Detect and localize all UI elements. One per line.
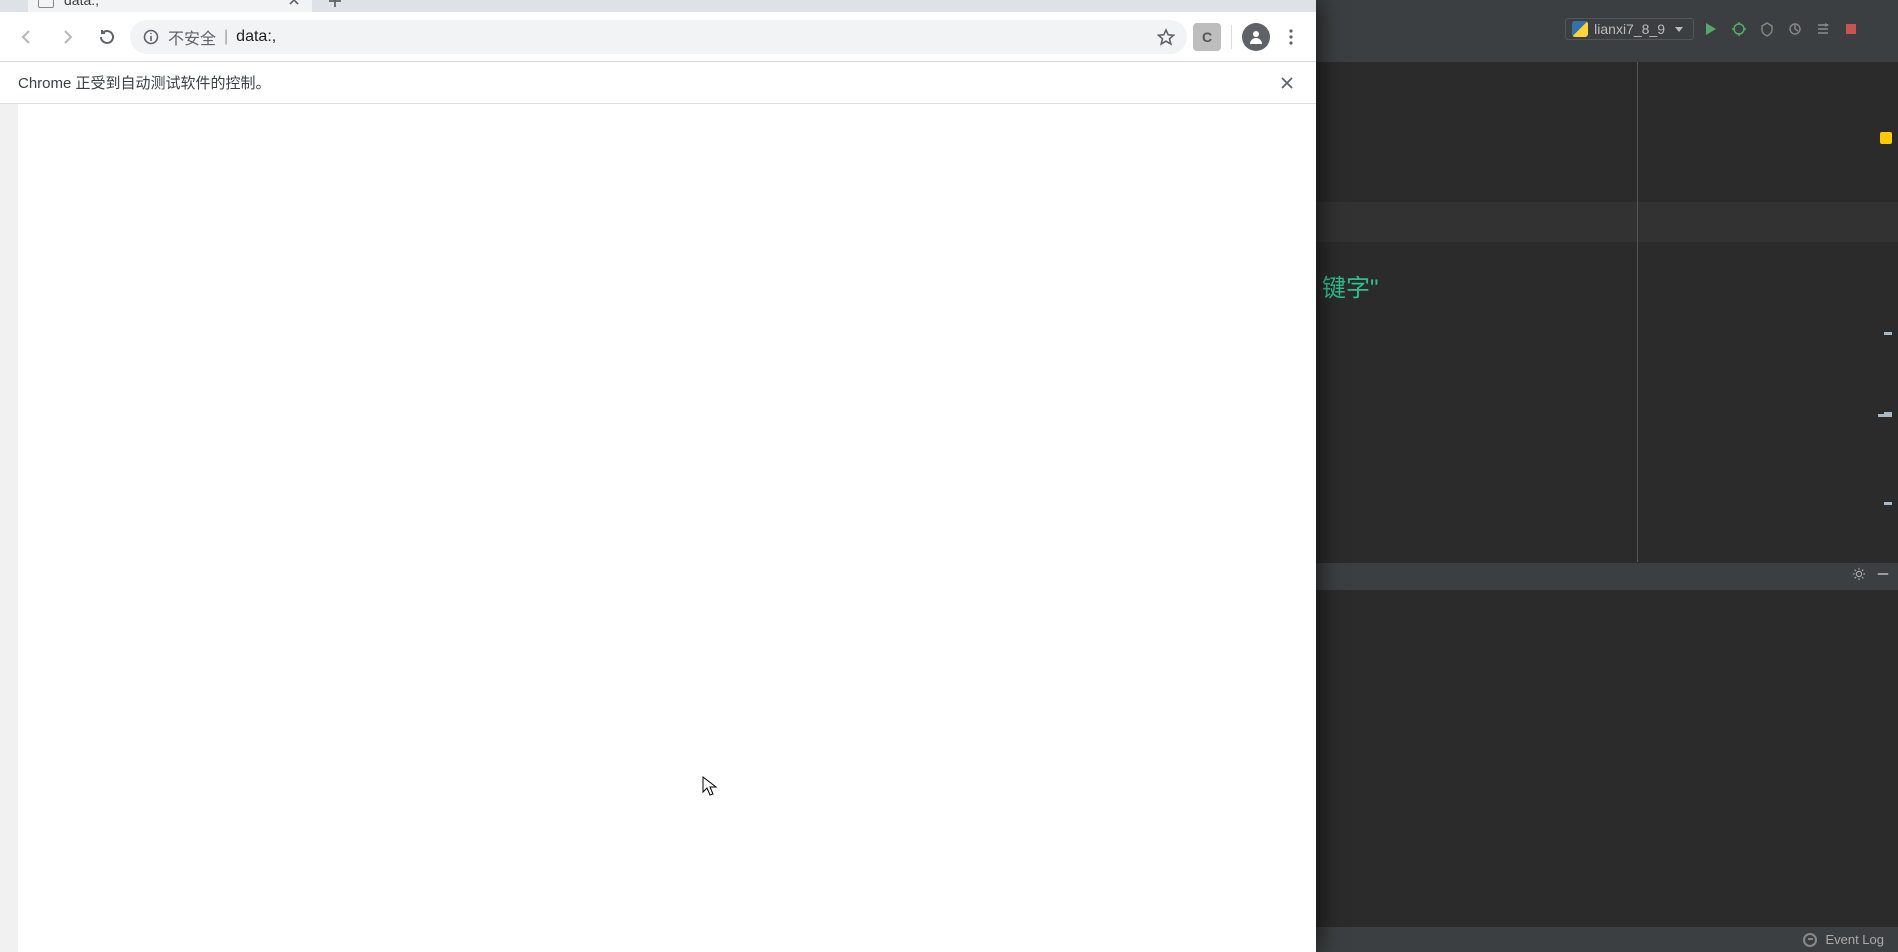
run-config-name: lianxi7_8_9 <box>1594 21 1665 37</box>
event-log-icon[interactable] <box>1803 933 1817 947</box>
stripe-mark[interactable] <box>1884 332 1892 335</box>
automation-infobar: Chrome 正受到自动测试软件的控制。 <box>0 62 1316 104</box>
profile-avatar-button[interactable] <box>1242 23 1270 51</box>
chrome-toolbar: 不安全 | data:, C <box>0 12 1316 62</box>
profile-button[interactable] <box>1784 18 1806 40</box>
stripe-mark[interactable] <box>1884 502 1892 505</box>
chevron-down-icon <box>1675 27 1683 32</box>
gear-icon[interactable] <box>1852 567 1866 586</box>
reload-button[interactable] <box>90 20 124 54</box>
chrome-browser-window: data:, 不安全 | data:, C Chrome 正受到自动测试软件的控… <box>0 0 1316 952</box>
debug-button[interactable] <box>1728 18 1750 40</box>
chrome-tabstrip: data:, <box>0 0 1316 12</box>
new-tab-button[interactable] <box>324 0 346 12</box>
extension-button[interactable]: C <box>1193 23 1221 51</box>
vertical-scrollbar[interactable] <box>0 104 18 952</box>
minimize-panel-icon[interactable] <box>1876 567 1890 586</box>
infobar-message: Chrome 正受到自动测试软件的控制。 <box>18 72 1276 93</box>
toolbar-separator <box>1231 25 1232 49</box>
coverage-button[interactable] <box>1756 18 1778 40</box>
event-log-label[interactable]: Event Log <box>1825 932 1884 947</box>
stripe-mark[interactable] <box>1878 414 1892 417</box>
chrome-menu-button[interactable] <box>1276 22 1306 52</box>
page-content-area[interactable] <box>0 104 1316 952</box>
tab-favicon-icon <box>38 0 54 8</box>
security-label: 不安全 <box>168 25 216 49</box>
run-button[interactable] <box>1700 18 1722 40</box>
extension-letter: C <box>1202 29 1212 45</box>
omnibox[interactable]: 不安全 | data:, <box>130 20 1187 54</box>
run-configuration-selector[interactable]: lianxi7_8_9 <box>1565 18 1694 40</box>
python-file-icon <box>1572 21 1588 37</box>
stop-button[interactable] <box>1840 18 1862 40</box>
ide-run-toolbar: lianxi7_8_9 <box>1565 18 1862 40</box>
infobar-close-button[interactable] <box>1276 72 1298 94</box>
tab-close-button[interactable] <box>286 0 302 8</box>
bookmark-star-icon[interactable] <box>1157 28 1175 46</box>
editor-visible-code: 键字" <box>1322 268 1379 303</box>
editor-vertical-split[interactable] <box>1637 62 1638 562</box>
omnibox-separator: | <box>224 28 228 46</box>
omnibox-url: data:, <box>236 28 1149 46</box>
forward-button[interactable] <box>50 20 84 54</box>
site-info-icon[interactable] <box>142 28 160 46</box>
back-button[interactable] <box>10 20 44 54</box>
browser-tab-active[interactable]: data:, <box>28 0 312 12</box>
concurrent-button[interactable] <box>1812 18 1834 40</box>
tab-title: data:, <box>64 0 276 8</box>
warning-marker-icon[interactable] <box>1880 132 1892 144</box>
